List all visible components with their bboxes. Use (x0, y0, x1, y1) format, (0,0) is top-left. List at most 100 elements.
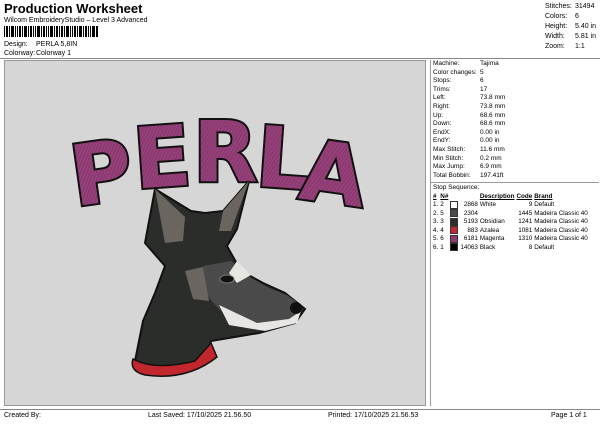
up-label: Up: (433, 111, 444, 119)
row-brand: Madeira Classic 40 (534, 218, 588, 226)
row-brand: Madeira Classic 40 (534, 209, 588, 217)
page-number: Page 1 of 1 (551, 412, 587, 419)
row-stitches: 6181 (463, 235, 478, 243)
table-header-row: # N# Description Code Brand (433, 192, 590, 200)
right-label: Right: (433, 102, 450, 110)
footer-divider (0, 409, 600, 410)
color-swatch-cell (450, 226, 460, 235)
col-header-stitches (460, 192, 480, 200)
worksheet-title: Production Worksheet (4, 1, 143, 16)
color-changes-value: 5 (480, 68, 484, 76)
row-description: White (479, 201, 496, 209)
embroidery-design: P E R L A (62, 101, 375, 377)
row-stitches: 2868 (463, 201, 478, 209)
trims-value: 17 (480, 85, 488, 93)
max-jump-label: Max Jump: (433, 163, 465, 171)
row-stitches: 883 (467, 226, 478, 234)
endx-label: EndX: (433, 128, 451, 136)
row-code: 8 (528, 243, 533, 251)
row-stitches: 2304 (463, 209, 478, 217)
last-saved: Last Saved: 17/10/2025 21.56.50 (148, 412, 252, 419)
color-swatch-cell (450, 243, 460, 252)
col-header-code: Code (516, 192, 533, 200)
row-description: Azalea (479, 226, 500, 234)
row-brand: Madeira Classic 40 (534, 235, 588, 243)
printed-date: Printed: 17/10/2025 21.56.53 (328, 412, 419, 419)
table-row: 4. 4 883 Azalea 1081 Madeira Classic 40 (433, 226, 590, 235)
row-index: 3. (433, 218, 439, 226)
table-row: 1. 2 2868 White 9 Default (433, 200, 590, 209)
row-stitches: 5193 (463, 218, 478, 226)
left-label: Left: (433, 94, 446, 102)
row-needle: 2 (440, 201, 444, 209)
row-stitches: 14063 (460, 243, 478, 251)
color-swatch (450, 243, 459, 252)
endy-label: EndY: (433, 137, 451, 145)
color-swatch-cell (450, 209, 460, 218)
color-swatch-cell (450, 217, 460, 226)
endy-value: 0.00 in (480, 137, 500, 145)
color-swatch (450, 217, 459, 226)
row-index: 5. (433, 235, 439, 243)
zoom-value: 1:1 (575, 43, 585, 50)
total-bobbin-value: 197.41ft (480, 171, 504, 179)
design-value: PERLA 5,8IN (36, 41, 78, 48)
col-header-index: # (433, 192, 437, 200)
row-code: 1241 (518, 218, 533, 226)
max-stitch-value: 11.6 mm (480, 145, 505, 153)
colors-value: 6 (575, 13, 579, 20)
color-swatch (450, 209, 459, 218)
perla-lettering: P E R L A (62, 101, 374, 229)
software-name: Wilcom EmbroideryStudio – Level 3 Advanc… (4, 17, 148, 24)
stats-panel: Machine: Tajima Color changes: 5 Stops: 6 T… (430, 60, 599, 406)
max-jump-value: 6.9 mm (480, 163, 502, 171)
row-index: 6. (433, 243, 439, 251)
stops-value: 6 (480, 77, 484, 85)
height-label: Height: (545, 23, 568, 30)
barcode-icon (4, 26, 98, 37)
color-swatch (450, 200, 459, 209)
color-swatch (450, 226, 459, 235)
color-changes-label: Color changes: (433, 68, 477, 76)
row-brand: Default (534, 243, 555, 251)
zoom-label: Zoom: (545, 43, 565, 50)
stops-label: Stops: (433, 77, 452, 85)
design-preview: P E R L A (4, 60, 426, 406)
min-stitch-value: 0.2 mm (480, 154, 502, 162)
row-description: Magenta (479, 235, 505, 243)
row-brand: Madeira Classic 40 (534, 226, 588, 234)
down-value: 68.6 mm (480, 120, 506, 128)
min-stitch-label: Min Stitch: (433, 154, 464, 162)
col-header-description: Description (479, 192, 515, 200)
design-label: Design: (4, 41, 28, 48)
header-divider (0, 58, 600, 59)
max-stitch-label: Max Stitch: (433, 145, 466, 153)
stop-sequence-title: Stop Sequence: (431, 182, 599, 192)
colorway-row: Colorway:Colorway 1 (4, 50, 71, 57)
summary-box: Stitches: 31494 Colors: 6 Height: 5.40 in W… (545, 2, 596, 52)
created-by: Created By: (4, 412, 41, 419)
width-label: Width: (545, 33, 565, 40)
machine-value: Tajima (480, 60, 499, 67)
height-value: 5.40 in (575, 23, 597, 30)
letter-p: P (64, 120, 139, 226)
stitches-label: Stitches: (545, 3, 572, 10)
left-value: 73.8 mm (480, 94, 506, 102)
total-bobbin-label: Total Bobbin: (433, 171, 471, 179)
row-index: 1. (433, 201, 439, 209)
col-header-swatch (450, 192, 460, 200)
table-row: 2. 5 2304 1445 Madeira Classic 40 (433, 209, 590, 218)
row-code: 9 (528, 201, 533, 209)
row-needle: 4 (440, 226, 444, 234)
trims-label: Trims: (433, 85, 451, 93)
table-row: 6. 1 14063 Black 8 Default (433, 243, 590, 252)
dog-head (131, 180, 307, 377)
row-needle: 5 (440, 209, 444, 217)
row-code: 1310 (518, 235, 533, 243)
colors-label: Colors: (545, 13, 568, 20)
row-code: 1081 (518, 226, 533, 234)
col-header-number: N# (440, 192, 449, 200)
right-value: 73.8 mm (480, 102, 506, 110)
row-needle: 3 (440, 218, 444, 226)
color-swatch-cell (450, 200, 460, 209)
